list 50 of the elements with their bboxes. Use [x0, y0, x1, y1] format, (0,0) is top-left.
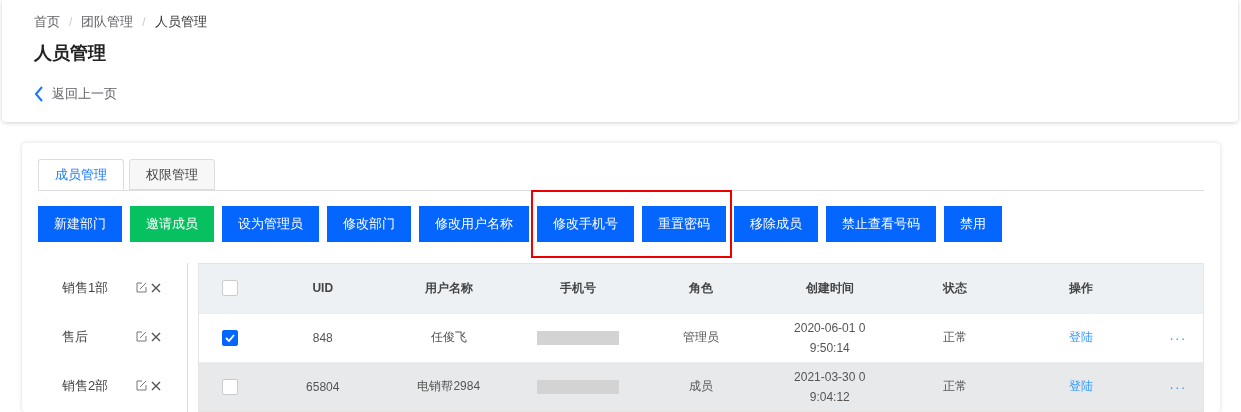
page-title: 人员管理 — [34, 42, 106, 65]
table-cell-text: 2021-03-30 09:04:12 — [793, 368, 867, 406]
column-header: 状态 — [942, 280, 967, 295]
more-button[interactable]: ··· — [1169, 329, 1187, 346]
login-link[interactable]: 登陆 — [1068, 330, 1093, 344]
action-button[interactable]: 修改部门 — [327, 206, 411, 242]
edit-icon[interactable] — [136, 331, 147, 342]
breadcrumb-item: 人员管理 — [154, 13, 207, 31]
close-icon[interactable] — [151, 380, 161, 391]
department-name[interactable]: 售后 — [62, 327, 136, 346]
close-icon[interactable] — [151, 331, 161, 342]
table-cell: 任俊飞 — [430, 330, 467, 344]
column-header: 手机号 — [559, 280, 596, 295]
back-link[interactable]: 返回上一页 — [34, 85, 117, 103]
table-cell: 正常 — [942, 330, 967, 344]
edit-icon[interactable] — [136, 282, 147, 293]
action-button[interactable]: 新建部门 — [38, 206, 122, 242]
breadcrumb-separator: / — [142, 15, 146, 29]
login-link[interactable]: 登陆 — [1068, 379, 1093, 394]
action-button[interactable]: 设为管理员 — [222, 206, 319, 242]
column-header: UID — [312, 281, 334, 296]
action-button[interactable]: 移除成员 — [734, 206, 818, 242]
edit-icon[interactable] — [136, 380, 147, 391]
breadcrumb-separator: / — [69, 15, 73, 29]
action-button[interactable]: 修改手机号 — [537, 206, 634, 242]
column-header: 用户名称 — [424, 280, 473, 295]
table-cell: 电销帮2984 — [417, 379, 481, 394]
column-header: 角色 — [688, 280, 713, 295]
table-cell-text: 2020-06-01 09:50:14 — [793, 319, 867, 357]
department-name[interactable]: 销售1部 — [62, 278, 136, 297]
action-button[interactable]: 修改用户名称 — [419, 206, 529, 242]
action-button[interactable]: 重置密码 — [642, 206, 726, 242]
column-header: 创建时间 — [805, 280, 854, 295]
breadcrumb-item[interactable]: 团队管理 — [81, 13, 134, 31]
action-button[interactable]: 禁用 — [944, 206, 1002, 242]
table-cell: 成员 — [688, 379, 713, 394]
table-cell: 管理员 — [682, 330, 719, 344]
check-icon — [224, 333, 235, 342]
department-name[interactable]: 销售2部 — [62, 376, 136, 395]
tab[interactable]: 成员管理 — [38, 159, 124, 190]
table-cell: 65804 — [306, 379, 340, 394]
action-button[interactable]: 禁止查看号码 — [826, 206, 936, 242]
chevron-left-icon — [34, 86, 44, 102]
table-cell: 正常 — [942, 379, 967, 394]
breadcrumb-item[interactable]: 首页 — [34, 13, 60, 31]
column-header: 操作 — [1068, 280, 1093, 295]
table-cell: 848 — [312, 330, 333, 345]
checkbox[interactable] — [221, 329, 238, 346]
tab[interactable]: 权限管理 — [129, 159, 215, 190]
close-icon[interactable] — [151, 282, 161, 293]
